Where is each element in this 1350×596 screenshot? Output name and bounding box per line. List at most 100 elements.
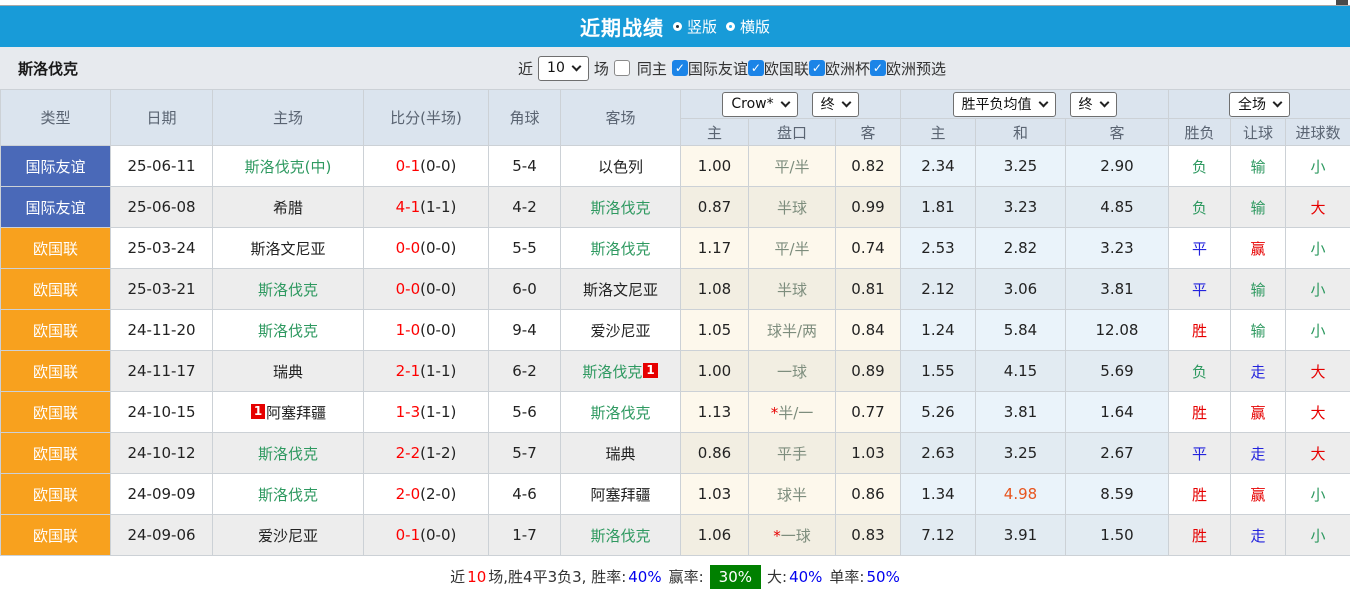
match-count-select[interactable]: 10 [538,55,589,81]
bookmaker-value: Crow* [731,96,774,112]
layout-horizontal-option[interactable]: 横版 [726,16,770,37]
avg-draw: 3.91 [975,514,1066,556]
league-filter-item[interactable]: 国际友谊 [671,58,748,79]
corners: 4-6 [488,473,561,515]
bookmaker-time-select[interactable]: 终 [811,91,859,117]
league-label: 国际友谊 [687,59,748,78]
layout-vertical-option[interactable]: 竖版 [672,16,717,37]
red-card-badge: 1 [250,403,266,419]
fulltime-score: 0-1 [395,526,421,544]
summary-win-rate: 40% [628,567,662,586]
league-filter-item[interactable]: 欧国联 [747,58,809,79]
result-wdl: 胜 [1168,514,1231,556]
avg-draw: 3.25 [975,432,1066,474]
team-label: 斯洛伐克 [590,239,651,258]
result-handicap: 输 [1230,268,1286,310]
league-checkbox[interactable] [869,60,886,76]
home-team: 斯洛伐克 [212,268,364,310]
col-header-type: 类型 [0,89,111,146]
score: 1-3(1-1) [363,391,489,433]
fulltime-score: 2-1 [395,362,421,380]
avg-home: 2.53 [900,227,976,269]
avg-draw: 5.84 [975,309,1066,351]
handicap-label: 半球 [776,198,807,217]
score: 2-0(2-0) [363,473,489,515]
summary-prefix: 近 [450,568,466,586]
table-row: 欧国联 25-03-24 斯洛文尼亚 0-0(0-0) 5-5 斯洛伐克 1.17 平/半 0.… [0,227,1350,269]
asterisk-mark: * [773,526,781,545]
odds-home: 1.05 [680,309,749,351]
filter-controls: 近 10 场 同主 国际友谊欧国联欧洲杯欧洲预选 [518,55,946,81]
result-handicap: 输 [1230,186,1286,228]
odds-handicap: 半球 [748,186,836,228]
team-label: 阿塞拜疆 [266,403,327,422]
team-label: 斯洛伐克 [590,526,651,545]
horizontal-layout-label: 横版 [740,18,771,36]
avg-away: 1.50 [1065,514,1169,556]
halftime-score: (2-0) [420,485,457,503]
team-label: 斯洛伐克 [257,321,318,340]
col-header-avg-home: 主 [900,118,976,146]
team-label: 斯洛伐克 [257,485,318,504]
league-checkbox[interactable] [671,60,688,76]
result-wdl: 平 [1168,432,1231,474]
type-badge: 欧国联 [0,350,111,392]
league-checkbox[interactable] [808,60,825,76]
result-goals: 大 [1284,350,1350,392]
type-badge: 欧国联 [0,432,111,474]
halftime-score: (0-0) [420,239,457,257]
summary-stats: 场,胜4平3负3, 胜率: [488,568,627,586]
same-home-checkbox[interactable] [613,60,630,76]
home-team: 斯洛伐克 [212,432,364,474]
team-name: 斯洛伐克 [18,59,79,78]
match-date: 24-10-12 [110,432,213,474]
summary-single-label: 单率: [829,568,865,586]
league-filter-item[interactable]: 欧洲预选 [869,58,946,79]
handicap-label: 半/一 [778,403,814,422]
radio-unselected-icon[interactable] [726,22,735,31]
odds-away: 0.77 [835,391,901,433]
score: 0-0(0-0) [363,227,489,269]
league-filter-item[interactable]: 欧洲杯 [808,58,870,79]
radio-selected-icon[interactable] [672,22,682,31]
table-row: 欧国联 24-09-06 爱沙尼亚 0-1(0-0) 1-7 斯洛伐克 1.06 *一球 0.8… [0,514,1350,556]
match-date: 24-10-15 [110,391,213,433]
type-badge: 欧国联 [0,268,111,310]
result-goals: 大 [1284,391,1350,433]
away-team: 瑞典 [560,432,681,474]
avg-away: 2.90 [1065,145,1169,187]
handicap-label: 球半 [776,485,807,504]
avg-type-select[interactable]: 胜平负均值 [952,91,1056,117]
away-team: 爱沙尼亚 [560,309,681,351]
result-goals: 小 [1284,473,1350,515]
corners: 5-7 [488,432,561,474]
result-wdl: 负 [1168,145,1231,187]
halftime-score: (0-0) [420,526,457,544]
results-body: 国际友谊 25-06-11 斯洛伐克(中) 0-1(0-0) 5-4 以色列 1.00 平/半… [0,145,1350,556]
home-team: 瑞典 [212,350,364,392]
result-wdl: 胜 [1168,309,1231,351]
scope-select[interactable]: 全场 [1229,91,1291,117]
league-checkbox[interactable] [747,60,764,76]
home-team: 1 阿塞拜疆 [212,391,364,433]
team-label: 爱沙尼亚 [257,526,318,545]
avg-draw: 3.06 [975,268,1066,310]
summary-single-rate: 50% [866,567,900,586]
red-card-badge: 1 [643,362,658,378]
fulltime-score: 0-0 [395,280,421,298]
avg-away: 3.81 [1065,268,1169,310]
away-team: 斯洛文尼亚 [560,268,681,310]
odds-away: 0.86 [835,473,901,515]
corners: 9-4 [488,309,561,351]
avg-draw: 2.82 [975,227,1066,269]
handicap-label: 一球 [776,362,807,381]
result-goals: 小 [1284,227,1350,269]
bookmaker-select[interactable]: Crow* [722,91,798,117]
match-date: 24-09-06 [110,514,213,556]
odds-away: 0.82 [835,145,901,187]
avg-away: 12.08 [1065,309,1169,351]
halftime-score: (1-1) [420,403,457,421]
avg-time-select[interactable]: 终 [1069,91,1117,117]
odds-home: 1.00 [680,350,749,392]
result-handicap: 赢 [1230,473,1286,515]
